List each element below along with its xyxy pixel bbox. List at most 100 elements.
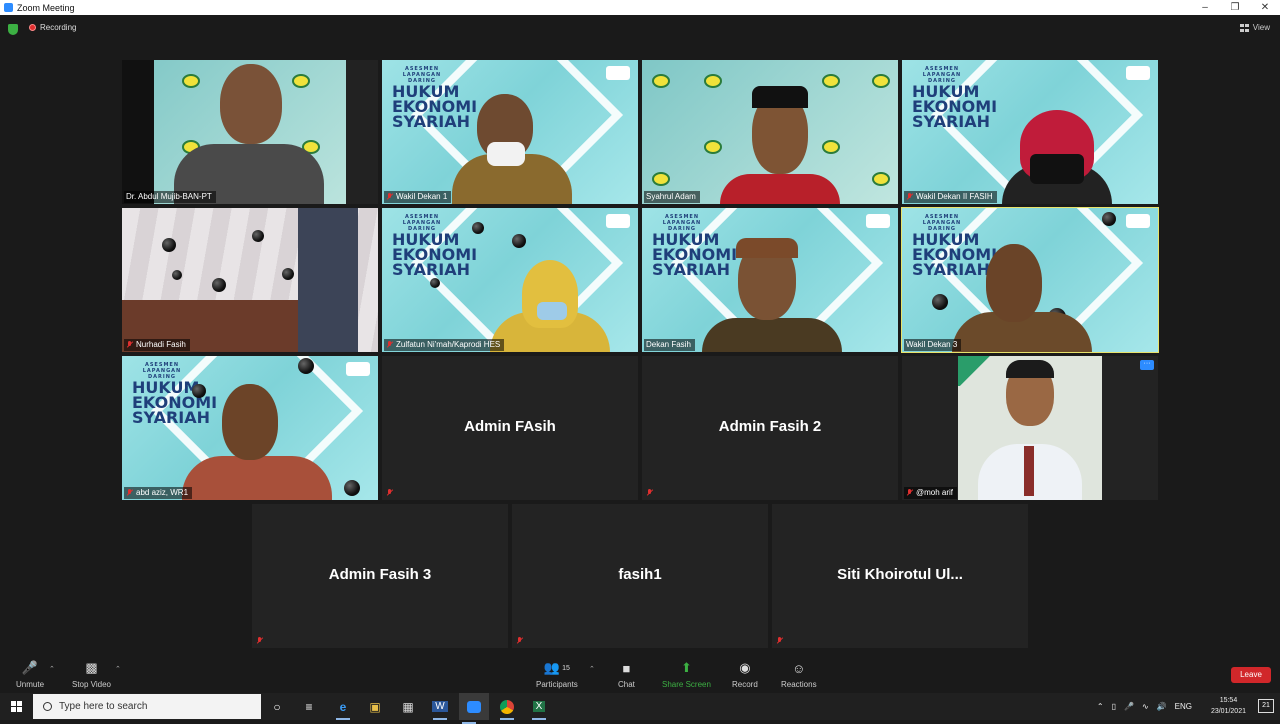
leave-button[interactable]: Leave — [1231, 667, 1271, 683]
participant-tile-no-video[interactable]: Admin FAsih — [382, 356, 638, 500]
video-tile[interactable]: ASESMEN LAPANGAN DARING HUKUM EKONOMI SY… — [382, 208, 638, 352]
unmute-button[interactable]: 🎤 Unmute — [16, 660, 44, 689]
record-icon: ◉ — [739, 660, 751, 675]
banner-text: ASESMEN LAPANGAN DARING HUKUM EKONOMI SY… — [392, 214, 478, 279]
store-icon[interactable]: ▦ — [398, 697, 418, 716]
share-screen-button[interactable]: ⬆ Share Screen — [662, 660, 711, 689]
word-icon[interactable]: W — [430, 697, 450, 720]
task-view-icon[interactable]: ≡ — [299, 697, 319, 716]
participant-name-label — [644, 487, 660, 499]
notification-center-icon[interactable]: 21 — [1258, 699, 1274, 713]
banner-text: ASESMEN LAPANGAN DARING HUKUM EKONOMI SY… — [912, 66, 998, 131]
video-options-caret-icon[interactable]: ⌃ — [115, 665, 121, 673]
participants-icon: 👥 15 — [543, 660, 570, 675]
windows-taskbar: Type here to search ○ ≡ e ▣ ▦ W X ⌃ ▯ 🎤 … — [0, 693, 1280, 724]
start-button[interactable] — [0, 693, 32, 720]
recording-indicator[interactable]: Recording — [29, 23, 76, 32]
participant-name-label: Dr. Abdul Mujib-BAN-PT — [124, 191, 216, 203]
restore-button[interactable]: ❐ — [1220, 0, 1250, 15]
file-explorer-icon[interactable]: ▣ — [365, 697, 385, 716]
language-indicator[interactable]: ENG — [1175, 702, 1192, 711]
muted-mic-icon — [516, 637, 523, 645]
banner-text: ASESMEN LAPANGAN DARING HUKUM EKONOMI SY… — [912, 214, 998, 279]
muted-mic-icon — [776, 637, 783, 645]
video-tile[interactable]: ASESMEN LAPANGAN DARING HUKUM EKONOMI SY… — [122, 356, 378, 500]
participant-name-label: Dekan Fasih — [644, 339, 695, 351]
participant-name-label: Zulfatun Ni'mah/Kaprodi HES — [384, 339, 505, 351]
edge-browser-icon[interactable]: e — [333, 697, 353, 720]
muted-mic-icon — [906, 489, 913, 497]
participant-name-label: Wakil Dekan II FASIH — [904, 191, 997, 203]
participant-tile-profile-photo[interactable]: ··· @moh arif — [902, 356, 1158, 500]
muted-microphone-icon: 🎤 — [21, 660, 39, 675]
taskbar-clock[interactable]: 15:54 23/01/2021 — [1211, 695, 1246, 717]
stop-video-button[interactable]: ▩ Stop Video — [72, 660, 111, 689]
video-tile[interactable]: Syahrul Adam — [642, 60, 898, 204]
participants-button[interactable]: 👥 15 Participants — [536, 660, 578, 689]
windows-logo-icon — [10, 701, 22, 712]
participant-display-name: Admin Fasih 3 — [328, 566, 432, 583]
window-title: Zoom Meeting — [17, 2, 75, 13]
clock-time: 15:54 — [1219, 697, 1238, 704]
taskbar-search-box[interactable]: Type here to search — [33, 694, 261, 719]
muted-mic-icon — [906, 193, 913, 201]
meeting-top-strip: Recording View — [0, 15, 1280, 43]
volume-icon[interactable]: 🔊 — [1157, 702, 1167, 711]
excel-icon[interactable]: X — [529, 697, 549, 720]
zoom-taskbar-icon[interactable] — [459, 693, 489, 724]
video-feed: ASESMEN LAPANGAN DARING HUKUM EKONOMI SY… — [122, 356, 378, 500]
search-icon — [43, 702, 52, 711]
window-titlebar: Zoom Meeting – ❐ ✕ — [0, 0, 1280, 15]
participants-options-caret-icon[interactable]: ⌃ — [589, 665, 595, 673]
view-button[interactable]: View — [1239, 23, 1270, 32]
participant-name-label: abd aziz, WR1 — [124, 487, 193, 499]
participant-name-label: Wakil Dekan 1 — [384, 191, 452, 203]
search-placeholder: Type here to search — [59, 701, 148, 712]
banner-text: ASESMEN LAPANGAN DARING HUKUM EKONOMI SY… — [652, 214, 738, 279]
participant-tile-no-video[interactable]: Admin Fasih 2 — [642, 356, 898, 500]
minimize-button[interactable]: – — [1190, 0, 1220, 15]
audio-options-caret-icon[interactable]: ⌃ — [49, 665, 55, 673]
cortana-icon[interactable]: ○ — [267, 697, 287, 716]
muted-mic-icon — [256, 637, 263, 645]
participant-tile-no-video[interactable]: Siti Khoirotul Ul... — [772, 504, 1028, 648]
participant-name-label — [384, 487, 400, 499]
tray-device-icon[interactable]: ▯ — [1112, 702, 1116, 711]
tray-overflow-icon[interactable]: ⌃ — [1097, 702, 1104, 711]
encryption-shield-icon[interactable] — [8, 24, 18, 35]
video-tile-active-speaker[interactable]: ASESMEN LAPANGAN DARING HUKUM EKONOMI SY… — [901, 207, 1159, 353]
chrome-icon[interactable] — [497, 697, 517, 720]
video-tile[interactable]: Dr. Abdul Mujib-BAN-PT — [122, 60, 378, 204]
record-button[interactable]: ◉ Record — [732, 660, 758, 689]
video-tile[interactable]: ASESMEN LAPANGAN DARING HUKUM EKONOMI SY… — [382, 60, 638, 204]
muted-mic-icon — [126, 341, 133, 349]
video-feed — [642, 60, 898, 204]
participant-tile-no-video[interactable]: Admin Fasih 3 — [252, 504, 508, 648]
recording-dot-icon — [29, 24, 36, 31]
video-tile[interactable]: ASESMEN LAPANGAN DARING HUKUM EKONOMI SY… — [642, 208, 898, 352]
participant-name-label — [774, 635, 790, 647]
muted-mic-icon — [646, 489, 653, 497]
close-button[interactable]: ✕ — [1250, 0, 1280, 15]
video-feed: ASESMEN LAPANGAN DARING HUKUM EKONOMI SY… — [382, 208, 638, 352]
participant-tile-no-video[interactable]: fasih1 — [512, 504, 768, 648]
share-screen-arrow-icon: ⬆ — [681, 660, 692, 675]
zoom-app-icon — [4, 3, 13, 12]
participant-name-label — [514, 635, 530, 647]
clock-date: 23/01/2021 — [1210, 708, 1246, 715]
video-tile[interactable]: Nurhadi Fasih — [122, 208, 378, 352]
chat-button[interactable]: ■ Chat — [618, 660, 635, 690]
recording-label: Recording — [40, 23, 77, 32]
reactions-button[interactable]: ☺ Reactions — [781, 660, 817, 690]
video-camera-icon: ▩ — [85, 660, 98, 675]
participant-display-name: Siti Khoirotul Ul... — [837, 566, 963, 583]
network-icon[interactable]: ∿ — [1142, 702, 1149, 711]
participant-name-label: @moh arif — [904, 487, 958, 499]
video-tile[interactable]: ASESMEN LAPANGAN DARING HUKUM EKONOMI SY… — [902, 60, 1158, 204]
gallery-view-icon — [1239, 23, 1249, 32]
smiley-icon: ☺ — [792, 660, 806, 676]
participant-name-label: Nurhadi Fasih — [124, 339, 190, 351]
more-options-button[interactable]: ··· — [1140, 360, 1154, 370]
view-label: View — [1252, 23, 1270, 32]
tray-microphone-icon[interactable]: 🎤 — [1124, 702, 1134, 711]
